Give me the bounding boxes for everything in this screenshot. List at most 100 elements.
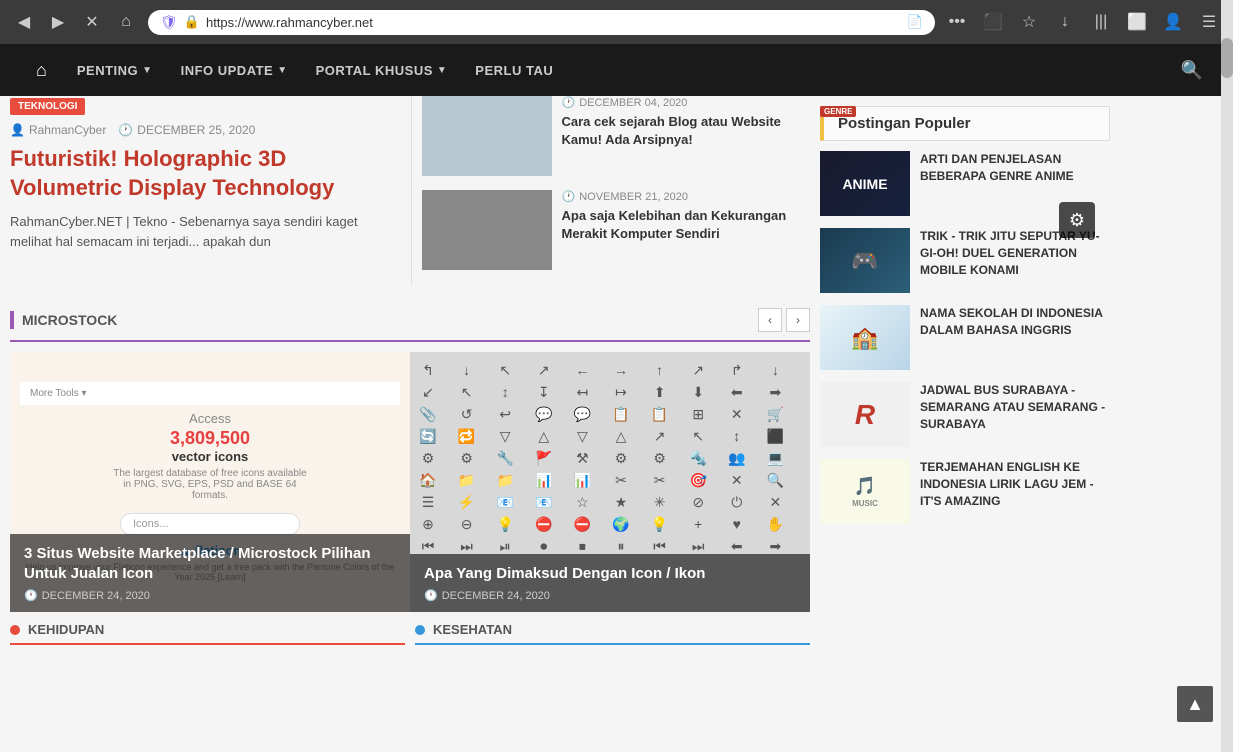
nav-buttons: ◀ ▶ ✕ ⌂ bbox=[10, 8, 140, 36]
clock-icon: 🕐 bbox=[24, 589, 38, 602]
music-icon: 🎵 bbox=[854, 476, 876, 497]
next-button[interactable]: › bbox=[786, 308, 810, 332]
forward-button[interactable]: ▶ bbox=[44, 8, 72, 36]
yugioh-icon: 🎮 bbox=[851, 248, 878, 274]
card-overlay-title-2: Apa Yang Dimaksud Dengan Icon / Ikon bbox=[424, 564, 796, 584]
scroll-to-top-button[interactable]: ▲ bbox=[1177, 686, 1213, 722]
clock-icon: 🕐 bbox=[118, 123, 133, 137]
chevron-down-icon: ▼ bbox=[142, 65, 152, 76]
menu-button[interactable]: ☰ bbox=[1195, 8, 1223, 36]
sidebar-thumb-school: 🏫 bbox=[820, 305, 910, 370]
microstock-section: MICROSTOCK ‹ › More Tools ▾ bbox=[10, 298, 810, 612]
download-button[interactable]: ↓ bbox=[1051, 8, 1079, 36]
microstock-card-2[interactable]: ↰↓↖↗←→↑↗↱↓ ↙↖↕↧↤↦⬆⬇⬅➡ 📎↺↩💬💬📋📋⊞✕🛒 🔄🔁▽△▽△↗… bbox=[410, 352, 810, 612]
anime-text: ANIME bbox=[842, 176, 887, 192]
back-button[interactable]: ◀ bbox=[10, 8, 38, 36]
flaticon-desc: vector icons bbox=[172, 449, 249, 464]
scrollbar-track[interactable] bbox=[1221, 0, 1233, 752]
article-title-2[interactable]: Apa saja Kelebihan dan Kekurangan Meraki… bbox=[562, 207, 811, 243]
microstock-grid: More Tools ▾ Access 3,809,500 vector ico… bbox=[10, 352, 810, 612]
sidebar-thumb-bus: R bbox=[820, 382, 910, 447]
sidebar-popular-title: Postingan Populer bbox=[820, 106, 1110, 141]
chevron-down-icon: ▼ bbox=[437, 65, 447, 76]
sidebar-item-title-5: TERJEMAHAN ENGLISH KE INDONESIA LIRIK LA… bbox=[920, 459, 1110, 509]
navbar-item-info-update[interactable]: INFO UPDATE ▼ bbox=[167, 47, 302, 94]
user-icon: 👤 bbox=[10, 123, 25, 137]
more-button[interactable]: ••• bbox=[943, 8, 971, 36]
section-title-microstock: MICROSTOCK bbox=[10, 311, 117, 329]
featured-excerpt: RahmanCyber.NET | Tekno - Sebenarnya say… bbox=[10, 212, 399, 251]
chevron-down-icon: ▼ bbox=[277, 65, 287, 76]
sidebar-item-title-3: NAMA SEKOLAH DI INDONESIA DALAM BAHASA I… bbox=[920, 305, 1110, 339]
article-date-2: 🕐 NOVEMBER 21, 2020 bbox=[562, 190, 811, 203]
navbar-home[interactable]: ⌂ bbox=[20, 46, 63, 95]
navbar-item-penting[interactable]: PENTING ▼ bbox=[63, 47, 167, 94]
navbar-menu: PENTING ▼ INFO UPDATE ▼ PORTAL KHUSUS ▼ … bbox=[63, 47, 1171, 94]
section-title-kesehatan: KESEHATAN bbox=[415, 622, 810, 645]
shield-icon: 🛡 bbox=[160, 14, 178, 31]
article-info-2: 🕐 NOVEMBER 21, 2020 Apa saja Kelebihan d… bbox=[562, 190, 811, 243]
navbar-link-portal-khusus[interactable]: PORTAL KHUSUS ▼ bbox=[302, 47, 462, 94]
navbar-item-perlu-tau[interactable]: PERLU TAU bbox=[461, 47, 567, 94]
sidebar-thumb-yugioh: 🎮 bbox=[820, 228, 910, 293]
card-overlay-date-1: 🕐 DECEMBER 24, 2020 bbox=[24, 589, 396, 602]
navbar-link-penting[interactable]: PENTING ▼ bbox=[63, 47, 167, 94]
right-articles: 🕐 DECEMBER 04, 2020 Cara cek sejarah Blo… bbox=[412, 96, 811, 284]
scrollbar-thumb[interactable] bbox=[1221, 38, 1233, 78]
article-list: TEKNOLOGI 👤 RahmanCyber 🕐 DECEMBER 25, 2… bbox=[10, 96, 810, 284]
main-wrapper: TEKNOLOGI 👤 RahmanCyber 🕐 DECEMBER 25, 2… bbox=[0, 96, 1233, 673]
prev-button[interactable]: ‹ bbox=[758, 308, 782, 332]
section-header-microstock: MICROSTOCK ‹ › bbox=[10, 298, 810, 342]
card-overlay-1: 3 Situs Website Marketplace / Microstock… bbox=[10, 534, 410, 612]
content-area: TEKNOLOGI 👤 RahmanCyber 🕐 DECEMBER 25, 2… bbox=[0, 96, 1233, 673]
sidebar-popular-item-5[interactable]: 🎵 MUSIC TERJEMAHAN ENGLISH KE INDONESIA … bbox=[820, 459, 1110, 524]
section-title-kehidupan: KEHIDUPAN bbox=[10, 622, 405, 645]
author-meta: 👤 RahmanCyber bbox=[10, 123, 106, 137]
section-kehidupan: KEHIDUPAN bbox=[10, 622, 405, 653]
url-text: https://www.rahmancyber.net bbox=[206, 15, 901, 30]
article-title-1[interactable]: Cara cek sejarah Blog atau Website Kamu!… bbox=[562, 113, 811, 149]
navbar: ⌂ PENTING ▼ INFO UPDATE ▼ PORTAL KHUSUS … bbox=[0, 44, 1233, 96]
main-content: TEKNOLOGI 👤 RahmanCyber 🕐 DECEMBER 25, 2… bbox=[0, 96, 820, 673]
close-button[interactable]: ✕ bbox=[78, 8, 106, 36]
flaticon-search-bar[interactable]: Icons... bbox=[120, 513, 300, 535]
settings-button[interactable]: ⚙ bbox=[1059, 202, 1095, 238]
music-label: MUSIC bbox=[852, 499, 878, 508]
tab-button[interactable]: ⬜ bbox=[1123, 8, 1151, 36]
article-thumb-2 bbox=[422, 190, 552, 270]
sidebar-popular-item-3[interactable]: 🏫 NAMA SEKOLAH DI INDONESIA DALAM BAHASA… bbox=[820, 305, 1110, 370]
search-button[interactable]: 🔍 bbox=[1171, 50, 1213, 91]
section-nav: ‹ › bbox=[758, 308, 810, 332]
home-button[interactable]: ⌂ bbox=[112, 8, 140, 36]
lock-icon: 🔒 bbox=[184, 14, 200, 30]
article-thumb-1 bbox=[422, 96, 552, 176]
article-thumb-row-2: 🕐 NOVEMBER 21, 2020 Apa saja Kelebihan d… bbox=[422, 190, 811, 270]
bottom-sections: KEHIDUPAN KESEHATAN bbox=[10, 612, 810, 653]
address-bar[interactable]: 🛡 🔒 https://www.rahmancyber.net 📄 bbox=[148, 10, 935, 35]
account-button[interactable]: 👤 bbox=[1159, 8, 1187, 36]
library-button[interactable]: ||| bbox=[1087, 8, 1115, 36]
bus-letter: R bbox=[855, 399, 875, 431]
navbar-link-perlu-tau[interactable]: PERLU TAU bbox=[461, 47, 567, 94]
accent-bar bbox=[10, 311, 14, 329]
yugioh-thumb-content: 🎮 bbox=[820, 228, 910, 293]
featured-article: TEKNOLOGI 👤 RahmanCyber 🕐 DECEMBER 25, 2… bbox=[10, 96, 412, 284]
accent-dot bbox=[10, 625, 20, 635]
pocket-button[interactable]: ⬛ bbox=[979, 8, 1007, 36]
tag-badge[interactable]: TEKNOLOGI bbox=[10, 98, 85, 115]
navbar-link-info-update[interactable]: INFO UPDATE ▼ bbox=[167, 47, 302, 94]
microstock-card-1[interactable]: More Tools ▾ Access 3,809,500 vector ico… bbox=[10, 352, 410, 612]
flaticon-access-text: Access bbox=[189, 411, 231, 426]
article-date-1: 🕐 DECEMBER 04, 2020 bbox=[562, 96, 811, 109]
section-kesehatan: KESEHATAN bbox=[415, 622, 810, 653]
featured-title[interactable]: Futuristik! Holographic 3D Volumetric Di… bbox=[10, 145, 399, 202]
sidebar-popular-item-4[interactable]: R JADWAL BUS SURABAYA - SEMARANG ATAU SE… bbox=[820, 382, 1110, 447]
accent-dot-blue bbox=[415, 625, 425, 635]
card-overlay-title-1: 3 Situs Website Marketplace / Microstock… bbox=[24, 544, 396, 583]
navbar-item-portal-khusus[interactable]: PORTAL KHUSUS ▼ bbox=[302, 47, 462, 94]
reader-icon: 📄 bbox=[907, 14, 923, 30]
flaticon-topbar: More Tools ▾ bbox=[20, 382, 400, 405]
clock-icon: 🕐 bbox=[562, 96, 576, 109]
bookmark-button[interactable]: ☆ bbox=[1015, 8, 1043, 36]
date-meta: 🕐 DECEMBER 25, 2020 bbox=[118, 123, 255, 137]
